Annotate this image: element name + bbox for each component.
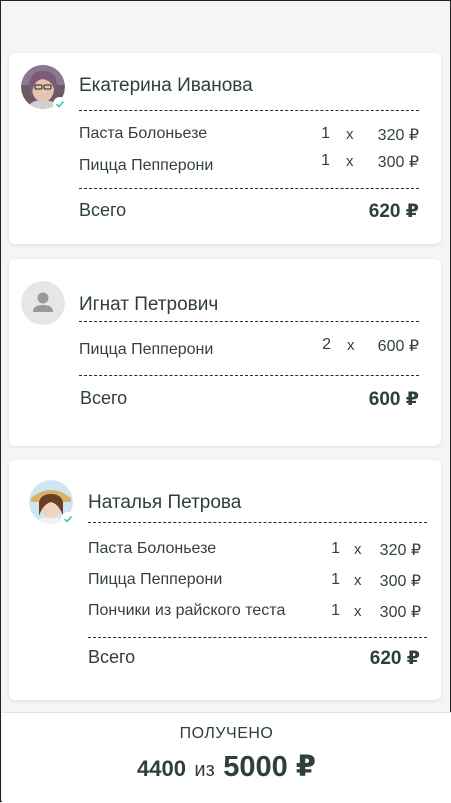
customer-name: Екатерина Иванова [79,75,253,96]
times-sign: x [347,337,355,354]
total-value: 620 ₽ [369,648,420,669]
item-qty: 1 [321,125,330,142]
total-value: 600 ₽ [368,389,419,410]
divider [79,321,419,322]
of-label: из [194,759,215,781]
received-amount: 4400 из 5000 ₽ [2,749,451,784]
total-label: Всего [88,647,136,667]
check-icon [55,100,65,108]
avatar [29,480,75,526]
item-price: 320 ₽ [379,542,421,559]
divider [88,637,427,638]
item-name: Пицца Пепперони [88,571,223,588]
item-qty: 1 [331,602,340,619]
divider [79,375,419,376]
order-card[interactable]: Наталья Петрова Паста Болоньезе 1 x 320 … [9,460,441,700]
item-price: 300 ₽ [377,154,419,171]
customer-name: Наталья Петрова [88,492,242,513]
item-qty: 2 [322,336,331,353]
total-label: Всего [79,200,127,220]
divider [79,110,419,111]
app-screen: Екатерина Иванова Паста Болоньезе 1 x 32… [0,0,451,803]
verified-badge [53,97,67,111]
item-name: Паста Болоньезе [79,125,208,142]
item-qty: 1 [331,571,340,588]
times-sign: x [346,126,354,143]
item-qty: 1 [321,152,330,169]
item-price: 600 ₽ [377,338,419,355]
received-label: ПОЛУЧЕНО [179,725,274,742]
item-qty: 1 [331,540,340,557]
received-summary-bar: ПОЛУЧЕНО 4400 из 5000 ₽ [2,712,451,803]
customer-name: Игнат Петрович [79,294,219,315]
avatar [21,281,65,325]
total-value: 620 ₽ [368,201,419,222]
check-icon [63,515,73,523]
goal-value: 5000 ₽ [223,751,316,783]
order-card[interactable]: Игнат Петрович Пицца Пепперони 2 x 600 ₽… [9,259,441,446]
user-placeholder-icon [21,281,65,325]
received-value: 4400 [137,756,186,781]
item-price: 300 ₽ [379,573,421,590]
verified-badge [61,512,75,526]
item-name: Паста Болоньезе [88,540,217,557]
item-name: Пончики из райского теста [88,602,286,619]
times-sign: x [346,153,354,170]
divider [79,188,419,189]
item-price: 320 ₽ [377,127,419,144]
avatar [21,65,67,111]
divider [88,522,427,523]
total-label: Всего [80,388,128,408]
item-price: 300 ₽ [379,604,421,621]
item-name: Пицца Пепперони [79,341,214,358]
order-card[interactable]: Екатерина Иванова Паста Болоньезе 1 x 32… [9,53,441,244]
item-name: Пицца Пепперони [79,157,214,174]
